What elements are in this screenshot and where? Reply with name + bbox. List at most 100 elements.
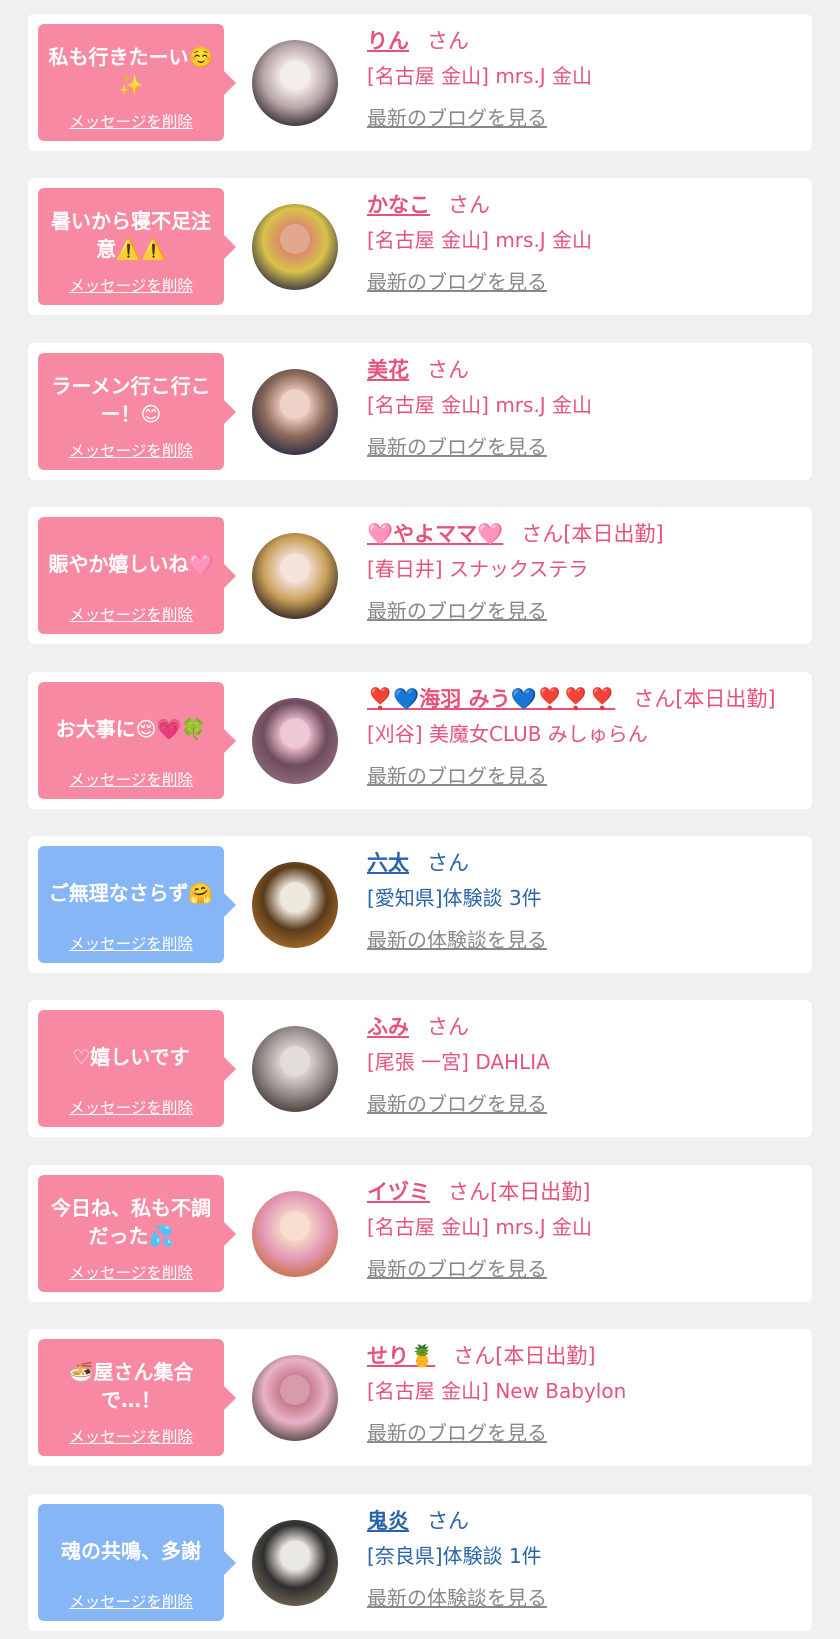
latest-post-link[interactable]: 最新のブログを見る [367,423,804,467]
honorific-status: さん[本日出勤] [448,1180,591,1204]
message-bubble: 賑やか嬉しいね🩷 メッセージを削除 [38,517,236,634]
latest-post-link[interactable]: 最新のブログを見る [367,1409,804,1453]
delete-message-link[interactable]: メッセージを削除 [44,603,218,625]
message-card: 魂の共鳴、多謝 メッセージを削除 鬼炎 さん [奈良県]体験談 1件 最新の体験談… [28,1494,812,1631]
delete-message-link[interactable]: メッセージを削除 [44,1261,218,1283]
delete-message-link[interactable]: メッセージを削除 [44,1590,218,1612]
message-bubble: 暑いから寝不足注意⚠️⚠️ メッセージを削除 [38,188,236,305]
sender-info: りん さん [名古屋 金山] mrs.J 金山 最新のブログを見る [367,24,804,138]
shop-label: [名古屋 金山] New Babylon [367,1379,627,1403]
sender-name-link[interactable]: 美花 [367,358,409,382]
honorific-status: さん [427,1509,469,1533]
sender-info: 🩷やよママ🩷 さん[本日出勤] [春日井] スナックステラ 最新のブログを見る [367,517,804,631]
message-text: 賑やか嬉しいね🩷 [48,552,214,576]
avatar[interactable] [252,369,338,455]
avatar-highlight [280,1211,310,1241]
avatar[interactable] [252,862,338,948]
message-bubble: 魂の共鳴、多謝 メッセージを削除 [38,1504,236,1621]
delete-message-link[interactable]: メッセージを削除 [44,110,218,132]
sender-info: 鬼炎 さん [奈良県]体験談 1件 最新の体験談を見る [367,1504,804,1618]
sender-name-link[interactable]: ❣️💙海羽 みう💙❣️❣️❣️ [367,687,615,711]
avatar[interactable] [252,1355,338,1441]
message-bubble: ♡嬉しいです メッセージを削除 [38,1010,236,1127]
avatar[interactable] [252,1026,338,1112]
message-text: 私も行きたーい☺️✨ [48,45,214,97]
avatar[interactable] [252,698,338,784]
latest-post-link[interactable]: 最新のブログを見る [367,1080,804,1124]
avatar-highlight [280,718,310,748]
shop-label: [愛知県]体験談 3件 [367,886,542,910]
delete-message-link[interactable]: メッセージを削除 [44,1425,218,1447]
avatar[interactable] [252,40,338,126]
shop-label: [刈谷] 美魔女CLUB みしゅらん [367,722,648,746]
message-text: ご無理なさらず🤗 [48,881,214,905]
latest-post-link[interactable]: 最新の体験談を見る [367,1574,804,1618]
sender-info: かなこ さん [名古屋 金山] mrs.J 金山 最新のブログを見る [367,188,804,302]
message-card: お大事に😌💗🍀 メッセージを削除 ❣️💙海羽 みう💙❣️❣️❣️ さん[本日出勤]… [28,672,812,809]
shop-label: [名古屋 金山] mrs.J 金山 [367,393,593,417]
message-card: 私も行きたーい☺️✨ メッセージを削除 りん さん [名古屋 金山] mrs.J … [28,14,812,151]
sender-info: ふみ さん [尾張 一宮] DAHLIA 最新のブログを見る [367,1010,804,1124]
delete-message-link[interactable]: メッセージを削除 [44,439,218,461]
avatar[interactable] [252,1520,338,1606]
latest-post-link[interactable]: 最新のブログを見る [367,752,804,796]
message-bubble: ラーメン行こ行こー！😊 メッセージを削除 [38,353,236,470]
shop-label: [名古屋 金山] mrs.J 金山 [367,228,593,252]
avatar-highlight [280,1375,310,1405]
honorific-status: さん [427,851,469,875]
avatar-highlight [280,553,310,583]
message-text: 魂の共鳴、多謝 [61,1539,201,1563]
message-bubble: 今日ね、私も不調だった💦 メッセージを削除 [38,1175,236,1292]
message-bubble: お大事に😌💗🍀 メッセージを削除 [38,682,236,799]
sender-name-link[interactable]: りん [367,29,409,53]
avatar[interactable] [252,204,338,290]
shop-label: [名古屋 金山] mrs.J 金山 [367,1215,593,1239]
message-bubble: 🍜屋さん集合で…！ メッセージを削除 [38,1339,236,1456]
latest-post-link[interactable]: 最新のブログを見る [367,1245,804,1289]
message-text: 今日ね、私も不調だった💦 [51,1196,211,1248]
shop-label: [奈良県]体験談 1件 [367,1544,542,1568]
latest-post-link[interactable]: 最新の体験談を見る [367,916,804,960]
message-card: 賑やか嬉しいね🩷 メッセージを削除 🩷やよママ🩷 さん[本日出勤] [春日井] ス… [28,507,812,644]
message-bubble: 私も行きたーい☺️✨ メッセージを削除 [38,24,236,141]
avatar-highlight [280,224,310,254]
message-card: 今日ね、私も不調だった💦 メッセージを削除 イヅミ さん[本日出勤] [名古屋 金… [28,1165,812,1302]
shop-label: [名古屋 金山] mrs.J 金山 [367,64,593,88]
latest-post-link[interactable]: 最新のブログを見る [367,94,804,138]
sender-name-link[interactable]: ふみ [367,1015,409,1039]
honorific-status: さん [427,1015,469,1039]
avatar-highlight [280,882,310,912]
honorific-status: さん[本日出勤] [453,1344,596,1368]
honorific-status: さん[本日出勤] [633,687,776,711]
sender-info: 美花 さん [名古屋 金山] mrs.J 金山 最新のブログを見る [367,353,804,467]
message-card: ご無理なさらず🤗 メッセージを削除 六太 さん [愛知県]体験談 3件 最新の体験… [28,836,812,973]
shop-label: [尾張 一宮] DAHLIA [367,1050,550,1074]
sender-info: せり🍍 さん[本日出勤] [名古屋 金山] New Babylon 最新のブログを… [367,1339,804,1453]
sender-name-link[interactable]: 六太 [367,851,409,875]
avatar-highlight [280,60,310,90]
latest-post-link[interactable]: 最新のブログを見る [367,258,804,302]
message-text: お大事に😌💗🍀 [55,717,207,741]
honorific-status: さん [448,193,490,217]
message-card: ラーメン行こ行こー！😊 メッセージを削除 美花 さん [名古屋 金山] mrs.J… [28,343,812,480]
delete-message-link[interactable]: メッセージを削除 [44,932,218,954]
honorific-status: さん [427,29,469,53]
delete-message-link[interactable]: メッセージを削除 [44,1096,218,1118]
sender-info: イヅミ さん[本日出勤] [名古屋 金山] mrs.J 金山 最新のブログを見る [367,1175,804,1289]
honorific-status: さん[本日出勤] [521,522,664,546]
avatar[interactable] [252,1191,338,1277]
sender-name-link[interactable]: 鬼炎 [367,1509,409,1533]
message-card: ♡嬉しいです メッセージを削除 ふみ さん [尾張 一宮] DAHLIA 最新のブ… [28,1000,812,1137]
message-bubble: ご無理なさらず🤗 メッセージを削除 [38,846,236,963]
honorific-status: さん [427,358,469,382]
message-card: 暑いから寝不足注意⚠️⚠️ メッセージを削除 かなこ さん [名古屋 金山] mr… [28,178,812,315]
delete-message-link[interactable]: メッセージを削除 [44,274,218,296]
sender-name-link[interactable]: せり🍍 [367,1344,435,1368]
sender-name-link[interactable]: イヅミ [367,1180,430,1204]
delete-message-link[interactable]: メッセージを削除 [44,768,218,790]
sender-name-link[interactable]: かなこ [367,193,430,217]
latest-post-link[interactable]: 最新のブログを見る [367,587,804,631]
message-text: ♡嬉しいです [72,1045,190,1069]
avatar[interactable] [252,533,338,619]
sender-name-link[interactable]: 🩷やよママ🩷 [367,522,503,546]
